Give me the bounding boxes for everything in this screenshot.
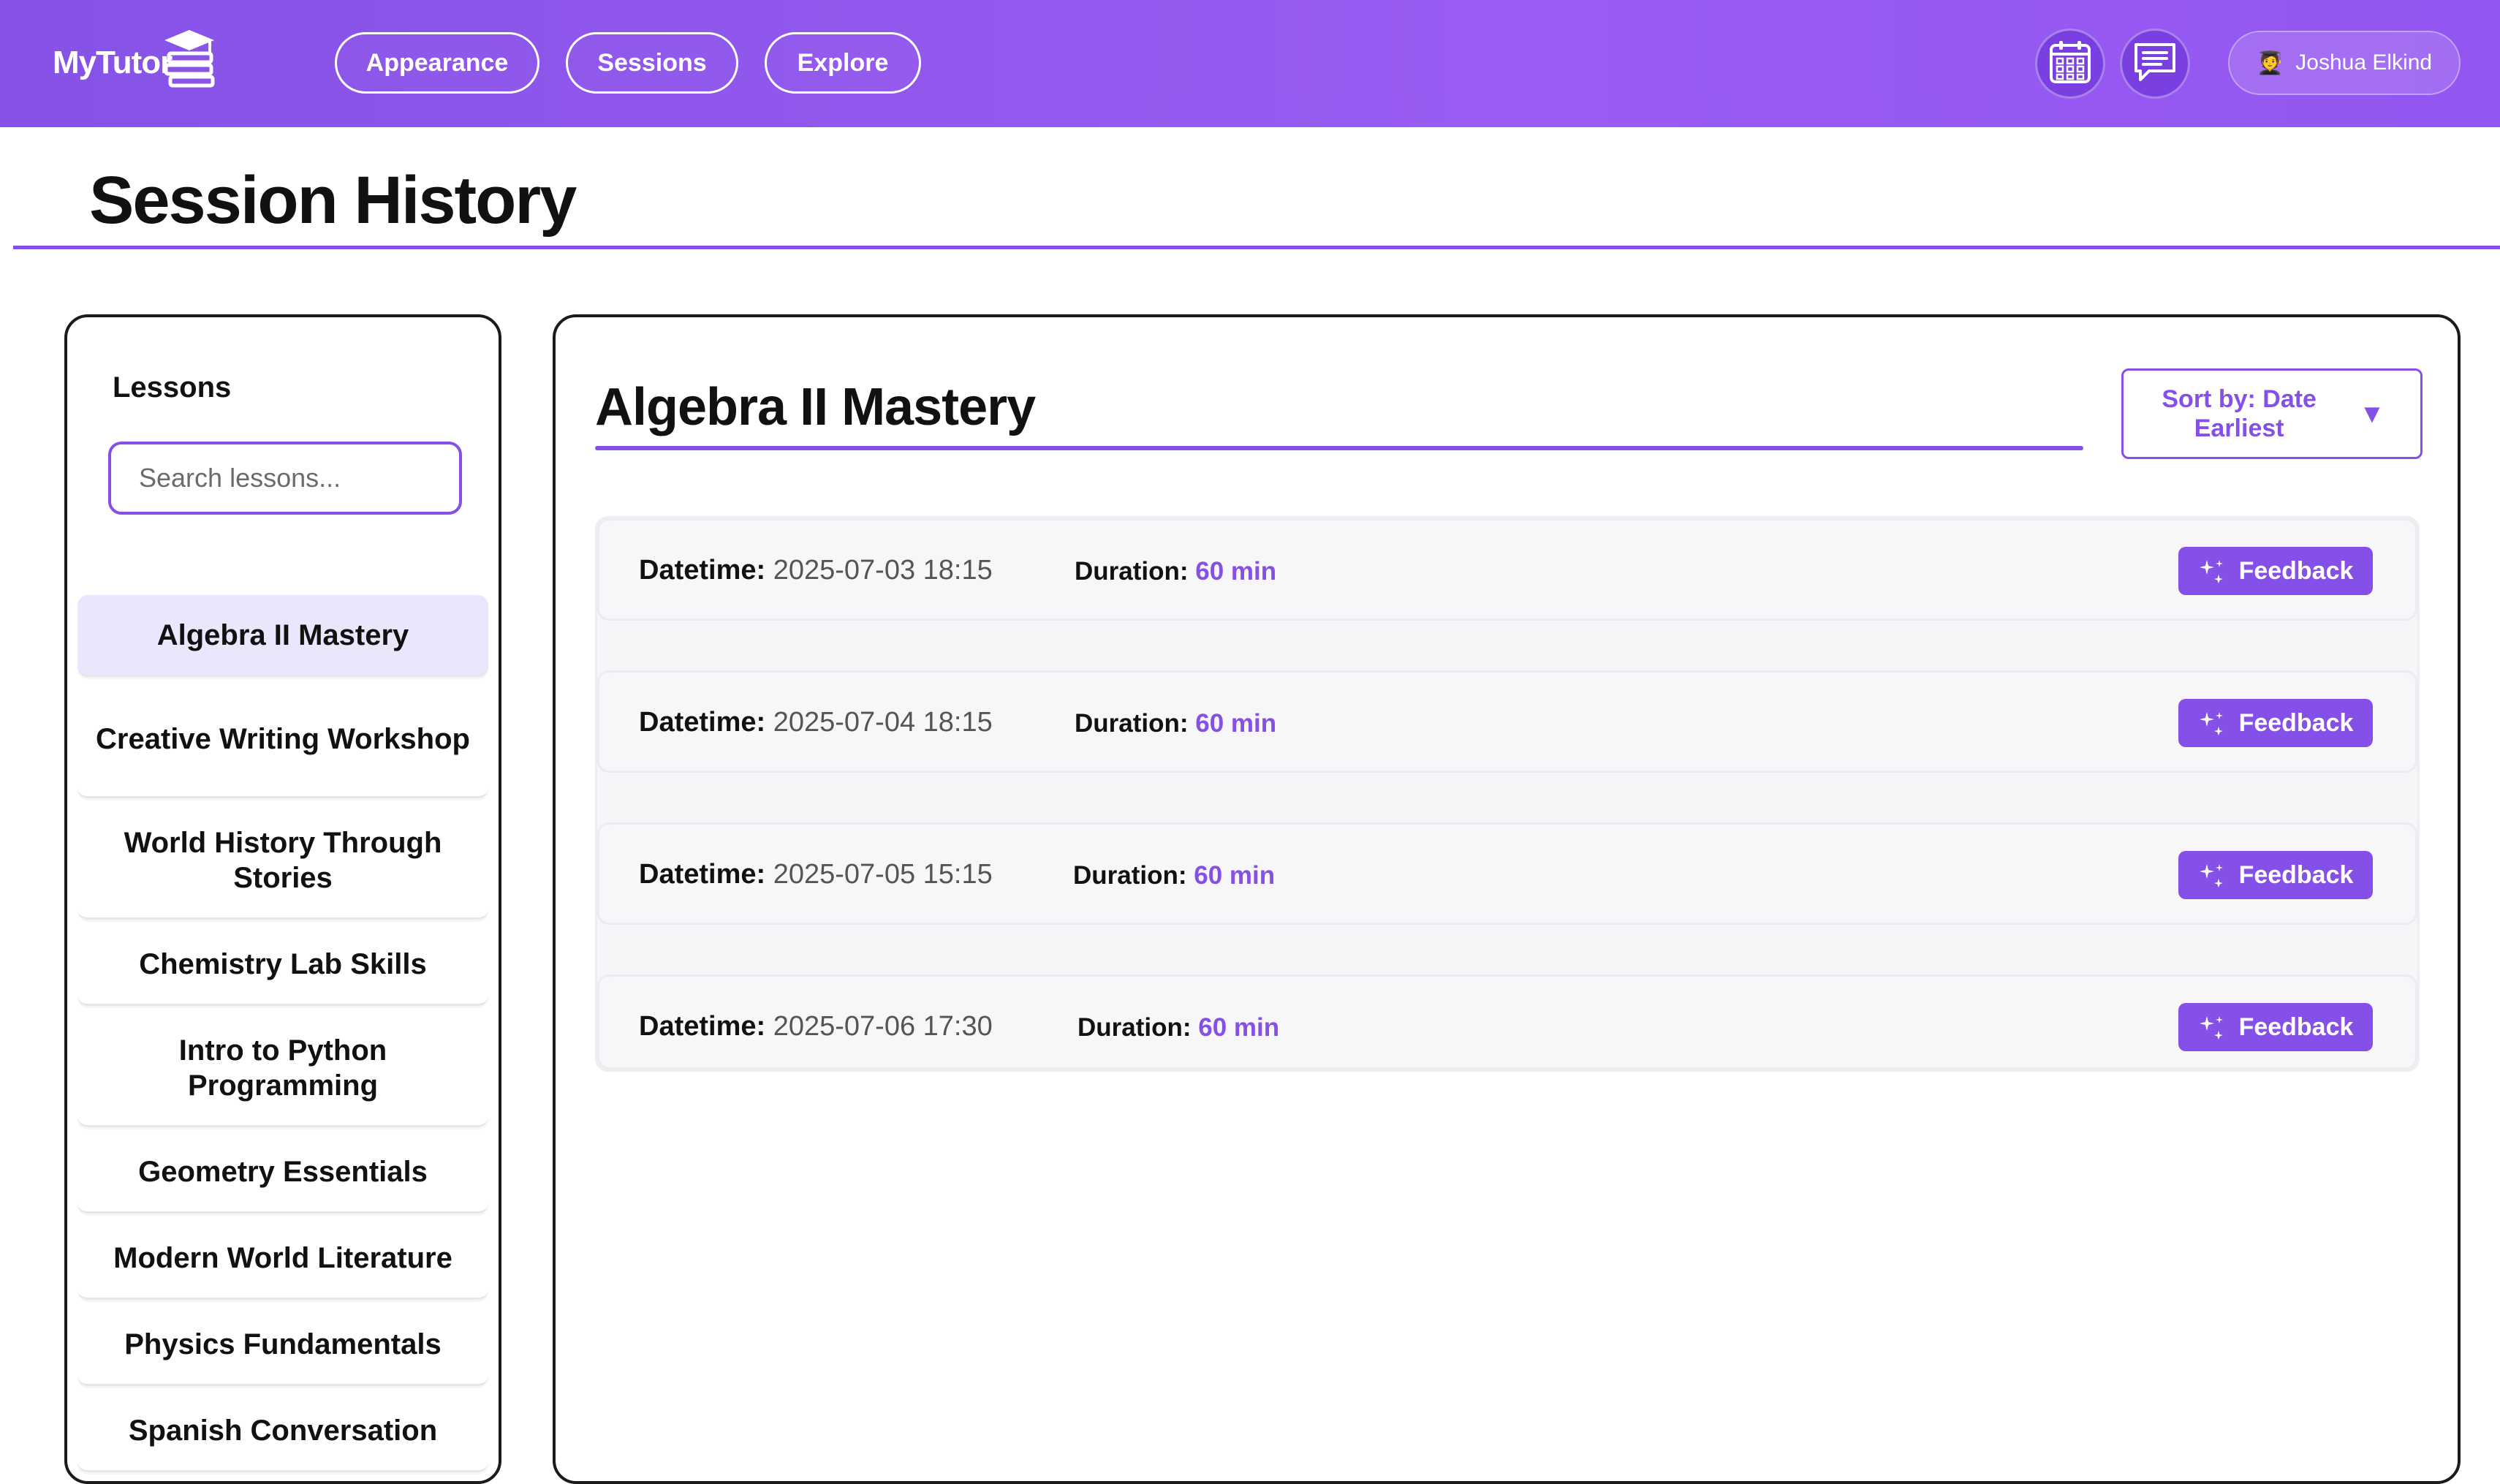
sort-dropdown[interactable]: Sort by: Date Earliest ▼ (2121, 368, 2423, 459)
datetime-value: 2025-07-04 18:15 (773, 707, 993, 738)
nav-explore-button[interactable]: Explore (765, 32, 921, 94)
duration-label: Duration: (1077, 1013, 1192, 1042)
feedback-label: Feedback (2238, 1012, 2354, 1041)
user-profile-button[interactable]: 🧑‍🎓 Joshua Elkind (2228, 31, 2461, 95)
session-list: Datetime: 2025-07-03 18:15 Duration: 60 … (595, 516, 2420, 1072)
datetime-label: Datetime: (639, 707, 766, 738)
calendar-icon (2048, 39, 2092, 88)
feedback-label: Feedback (2238, 708, 2354, 737)
calendar-button[interactable] (2035, 29, 2105, 99)
datetime-value: 2025-07-03 18:15 (773, 555, 993, 586)
top-navbar: MyTutor Appearance Sessions Explore (0, 0, 2500, 127)
datetime-label: Datetime: (639, 859, 766, 890)
session-datetime: Datetime: 2025-07-04 18:15 (639, 707, 993, 738)
title-divider (13, 246, 2500, 249)
datetime-label: Datetime: (639, 555, 766, 586)
feedback-button[interactable]: Feedback (2178, 1003, 2373, 1051)
messages-button[interactable] (2120, 29, 2190, 99)
page-title: Session History (89, 163, 577, 238)
lesson-item-modern-world-literature[interactable]: Modern World Literature (77, 1218, 488, 1300)
duration-label: Duration: (1075, 557, 1189, 586)
session-duration: Duration: 60 min (1073, 861, 1275, 890)
session-datetime: Datetime: 2025-07-06 17:30 (639, 1011, 993, 1042)
feedback-button[interactable]: Feedback (2178, 851, 2373, 899)
sparkle-icon (2199, 712, 2223, 735)
session-datetime: Datetime: 2025-07-03 18:15 (639, 555, 993, 586)
feedback-label: Feedback (2238, 556, 2354, 585)
chevron-down-icon: ▼ (2359, 398, 2385, 428)
session-datetime: Datetime: 2025-07-05 15:15 (639, 859, 993, 890)
sort-label: Sort by: Date Earliest (2162, 385, 2317, 442)
lessons-heading: Lessons (113, 371, 232, 404)
lesson-item-creative-writing-workshop[interactable]: Creative Writing Workshop (77, 681, 488, 798)
sparkle-icon (2199, 1016, 2223, 1040)
lesson-item-world-history-through-stories[interactable]: World History Through Stories (77, 803, 488, 920)
feedback-button[interactable]: Feedback (2178, 547, 2373, 595)
logo-text: MyTutor (53, 45, 173, 80)
session-row: Datetime: 2025-07-06 17:30 Duration: 60 … (597, 974, 2417, 1070)
user-name: Joshua Elkind (2295, 50, 2433, 75)
chat-icon (2132, 40, 2178, 88)
duration-value: 60 min (1195, 709, 1277, 738)
session-duration: Duration: 60 min (1075, 709, 1276, 738)
duration-value: 60 min (1194, 861, 1276, 890)
session-row: Datetime: 2025-07-03 18:15 Duration: 60 … (597, 518, 2417, 621)
datetime-label: Datetime: (639, 1011, 766, 1042)
sparkle-icon (2199, 864, 2223, 887)
session-main-panel: Algebra II Mastery Sort by: Date Earlies… (553, 314, 2461, 1484)
nav-sessions-button[interactable]: Sessions (566, 32, 738, 94)
lesson-search-input[interactable] (108, 442, 462, 515)
duration-label: Duration: (1075, 709, 1189, 738)
duration-value: 60 min (1195, 557, 1277, 586)
feedback-label: Feedback (2238, 860, 2354, 889)
feedback-button[interactable]: Feedback (2178, 699, 2373, 747)
lesson-item-algebra-ii-mastery[interactable]: Algebra II Mastery (77, 595, 488, 677)
app-logo[interactable]: MyTutor (53, 26, 217, 99)
books-icon (162, 27, 217, 92)
avatar: 🧑‍🎓 (2256, 50, 2284, 75)
session-row: Datetime: 2025-07-04 18:15 Duration: 60 … (597, 670, 2417, 773)
lesson-list: Algebra II Mastery Creative Writing Work… (77, 595, 488, 1477)
datetime-value: 2025-07-05 15:15 (773, 859, 993, 890)
lesson-item-physics-fundamentals[interactable]: Physics Fundamentals (77, 1304, 488, 1386)
duration-value: 60 min (1198, 1013, 1280, 1042)
duration-label: Duration: (1073, 861, 1187, 890)
lessons-sidebar: Lessons Algebra II Mastery Creative Writ… (64, 314, 501, 1484)
lesson-item-geometry-essentials[interactable]: Geometry Essentials (77, 1132, 488, 1214)
sparkle-icon (2199, 560, 2223, 583)
lesson-item-chemistry-lab-skills[interactable]: Chemistry Lab Skills (77, 924, 488, 1006)
lesson-item-intro-to-python-programming[interactable]: Intro to Python Programming (77, 1010, 488, 1127)
session-row: Datetime: 2025-07-05 15:15 Duration: 60 … (597, 822, 2417, 925)
datetime-value: 2025-07-06 17:30 (773, 1011, 993, 1042)
session-duration: Duration: 60 min (1075, 557, 1276, 586)
session-duration: Duration: 60 min (1077, 1013, 1279, 1042)
course-title-underline (595, 446, 2083, 450)
course-title: Algebra II Mastery (595, 378, 1036, 436)
nav-appearance-button[interactable]: Appearance (335, 32, 539, 94)
lesson-item-spanish-conversation[interactable]: Spanish Conversation (77, 1390, 488, 1472)
